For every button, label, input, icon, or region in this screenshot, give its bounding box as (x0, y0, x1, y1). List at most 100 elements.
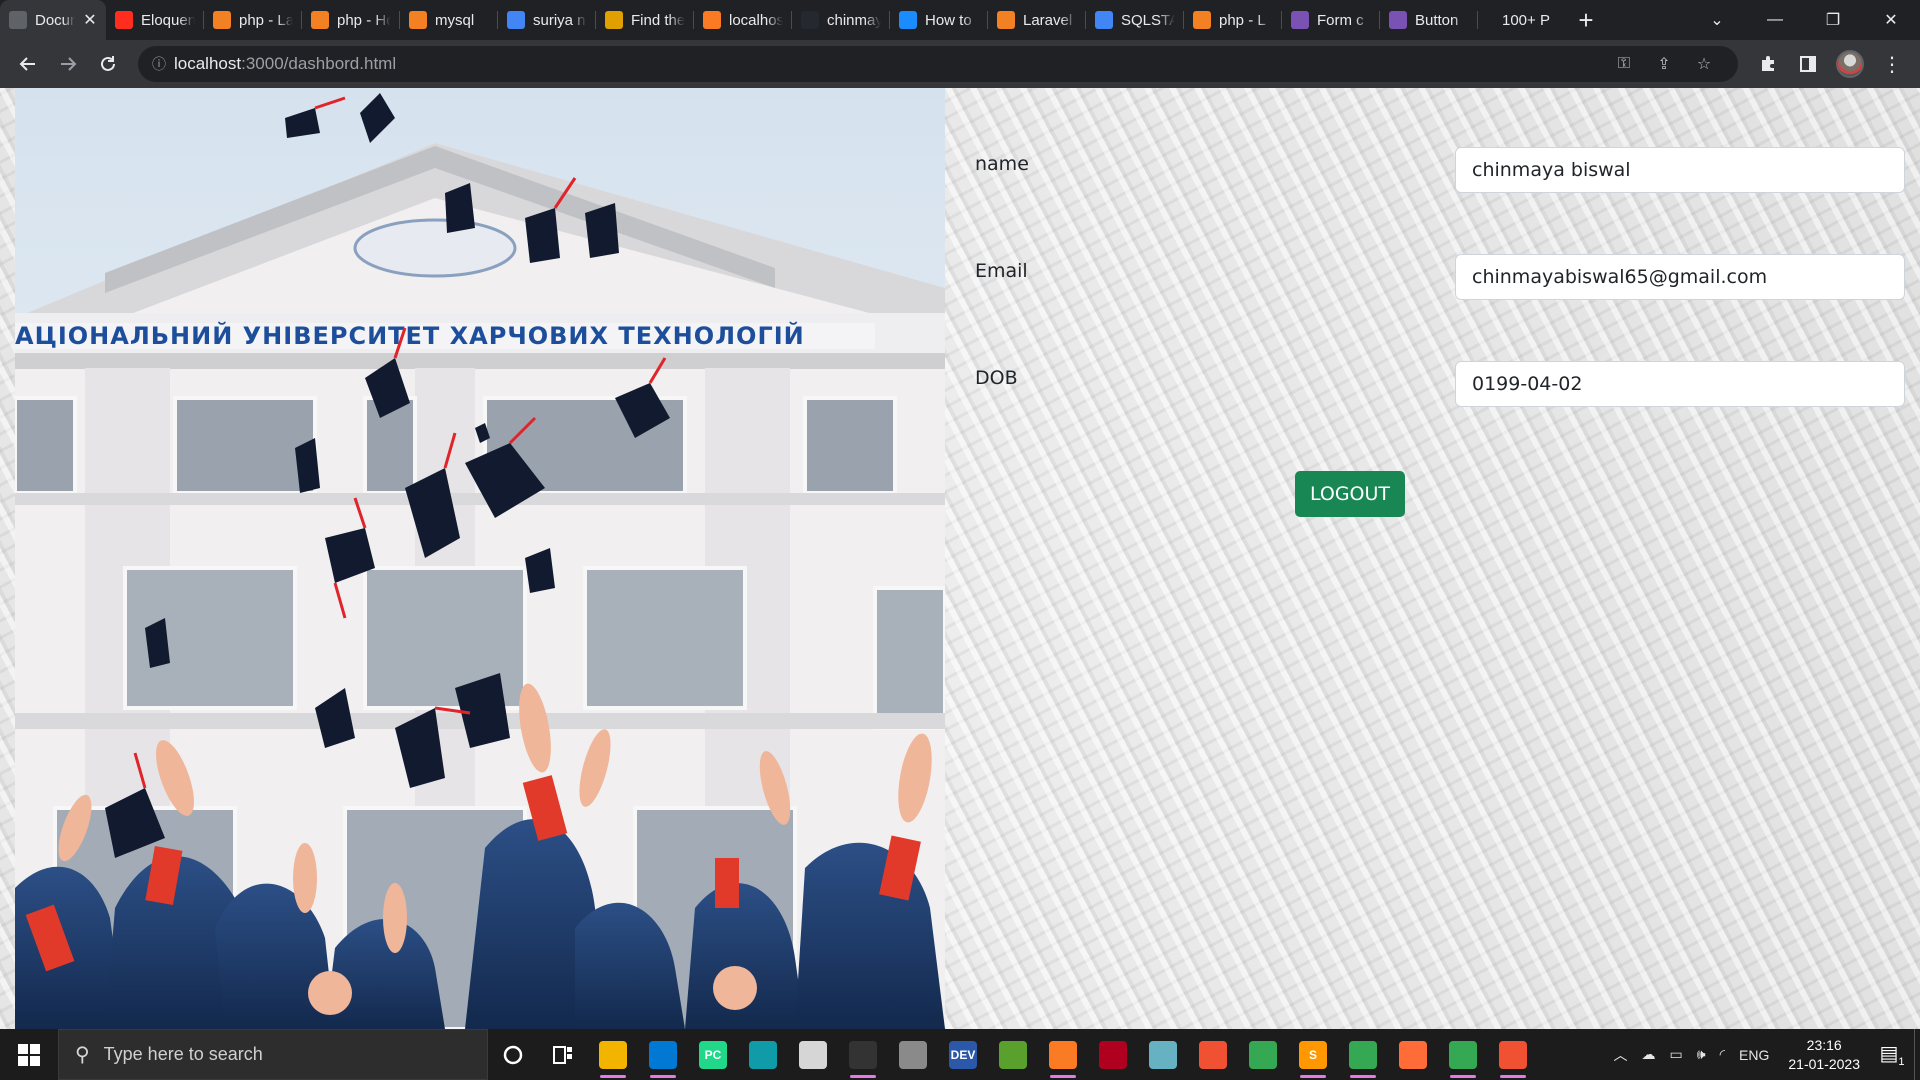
browser-tab[interactable]: Laravel (988, 0, 1086, 40)
taskbar-apps: PC DEV S (588, 1029, 1538, 1080)
logout-button[interactable]: LOGOUT (1295, 471, 1405, 517)
reload-icon (101, 56, 115, 71)
windows-logo-icon (18, 1043, 40, 1066)
show-desktop-button[interactable] (1914, 1029, 1920, 1080)
sketch-icon[interactable] (888, 1029, 938, 1080)
name-input[interactable] (1455, 147, 1905, 193)
tab-title: mysql (435, 11, 475, 29)
taskbar-app-glyph (1449, 1040, 1477, 1069)
back-arrow-icon (19, 57, 35, 71)
terminal-icon[interactable] (838, 1029, 888, 1080)
browser-tab[interactable]: SQLSTATE (1086, 0, 1184, 40)
postman-icon[interactable] (1388, 1029, 1438, 1080)
notification-count: 1 (1898, 1056, 1905, 1068)
browser-tab[interactable]: Find the (596, 0, 694, 40)
forward-button[interactable] (48, 44, 88, 84)
name-row: name (975, 147, 1905, 193)
browser-tab[interactable]: localhost (694, 0, 792, 40)
chrome-alt-icon[interactable] (1438, 1029, 1488, 1080)
devc-icon[interactable]: DEV (938, 1029, 988, 1080)
git-icon[interactable] (1188, 1029, 1238, 1080)
pycharm-icon[interactable]: PC (688, 1029, 738, 1080)
chrome-profile-icon[interactable] (1338, 1029, 1388, 1080)
file-explorer-icon[interactable] (588, 1029, 638, 1080)
clock-time: 23:16 (1806, 1036, 1842, 1053)
git-alt-icon[interactable] (1488, 1029, 1538, 1080)
xampp-icon[interactable] (1038, 1029, 1088, 1080)
task-view-icon[interactable] (538, 1029, 588, 1080)
browser-tab[interactable]: Form c (1282, 0, 1380, 40)
site-info-icon[interactable]: ⓘ (152, 54, 174, 74)
dob-input[interactable] (1455, 361, 1905, 407)
tab-search-icon[interactable]: ⌄ (1688, 0, 1746, 40)
stackoverflow-icon (311, 11, 329, 29)
new-tab-button[interactable]: + (1568, 0, 1604, 40)
taskbar-app-glyph (649, 1040, 677, 1069)
bootstrap-icon (1389, 11, 1407, 29)
reload-button[interactable] (88, 44, 128, 84)
laravel-icon (115, 11, 133, 29)
page-content: АЦІОНАЛЬНИЙ УНІВЕРСИТЕТ ХАРЧОВИХ ТЕХНОЛО… (0, 88, 1920, 1029)
close-tab-icon[interactable]: ✕ (83, 10, 97, 30)
browser-tab[interactable]: How to (890, 0, 988, 40)
chrome-icon[interactable] (1238, 1029, 1288, 1080)
browser-tab[interactable]: php - How (302, 0, 400, 40)
profile-avatar[interactable] (1836, 50, 1864, 78)
network-drive-icon[interactable]: ☁ (1637, 1046, 1661, 1063)
back-button[interactable] (8, 44, 48, 84)
vscode-icon[interactable] (638, 1029, 688, 1080)
chevron-up-icon[interactable]: ︿ (1609, 1045, 1633, 1065)
stackoverflow-icon (409, 11, 427, 29)
battery-icon[interactable]: ▭ (1665, 1046, 1688, 1063)
browser-tab[interactable]: php - Laravel (204, 0, 302, 40)
address-bar[interactable]: ⓘ localhost:3000/dashbord.html ⚿ ⇪ ☆ (138, 46, 1738, 82)
tab-title: Laravel (1023, 11, 1073, 29)
browser-menu-icon[interactable]: ⋮ (1872, 44, 1912, 84)
system-tray: ︿ ☁ ▭ 🕪 ◜ ENG (1609, 1045, 1779, 1065)
browser-tab[interactable]: Document ✕ (0, 0, 106, 40)
extensions-puzzle-icon[interactable] (1748, 44, 1788, 84)
cortana-icon[interactable] (488, 1029, 538, 1080)
clock[interactable]: 23:16 21-01-2023 (1778, 1036, 1870, 1074)
side-panel-icon[interactable] (1788, 44, 1828, 84)
sublime-icon[interactable]: S (1288, 1029, 1338, 1080)
clock-date: 21-01-2023 (1788, 1055, 1860, 1072)
taskbar-app-glyph (1249, 1040, 1277, 1069)
notification-center-icon[interactable]: ▤1 (1870, 1041, 1914, 1068)
share-icon[interactable]: ⇪ (1644, 54, 1684, 74)
browser-tab[interactable]: Button (1380, 0, 1478, 40)
tab-title: SQLSTATE (1121, 11, 1175, 29)
tabs-container: Document ✕ Eloquent php - Laravel php - How m… (0, 0, 1478, 40)
taskbar-search-box[interactable]: ⚲ Type here to search (58, 1029, 488, 1080)
cortana-circle-glyph (503, 1045, 523, 1064)
browser-tab[interactable]: Eloquent (106, 0, 204, 40)
windows-taskbar: ⚲ Type here to search PC DEV S ︿ ☁ ▭ 🕪 ◜ E… (0, 1029, 1920, 1080)
key-icon[interactable]: ⚿ (1604, 55, 1644, 73)
email-input[interactable] (1455, 254, 1905, 300)
start-button[interactable] (0, 1029, 58, 1080)
notepad-icon[interactable] (988, 1029, 1038, 1080)
email-label: Email (975, 260, 1028, 282)
bookmark-star-icon[interactable]: ☆ (1684, 54, 1724, 74)
url-path: :3000/dashbord.html (241, 54, 397, 73)
browser-tab[interactable]: mysql (400, 0, 498, 40)
close-window-button[interactable]: ✕ (1862, 0, 1920, 40)
language-indicator[interactable]: ENG (1734, 1047, 1774, 1063)
volume-icon[interactable]: 🕪 (1692, 1046, 1711, 1063)
minimize-button[interactable]: — (1746, 0, 1804, 40)
tab-title: Button (1415, 11, 1459, 29)
edge-icon[interactable] (738, 1029, 788, 1080)
mail-icon[interactable] (788, 1029, 838, 1080)
graduation-photo-illustration: АЦІОНАЛЬНИЙ УНІВЕРСИТЕТ ХАРЧОВИХ ТЕХНОЛО… (15, 88, 945, 1029)
google-icon (1095, 11, 1113, 29)
more-tabs-label[interactable]: 100+ P (1478, 12, 1568, 29)
browser-tab[interactable]: php - L (1184, 0, 1282, 40)
cleaner-icon[interactable] (1138, 1029, 1188, 1080)
app-red-icon[interactable] (1088, 1029, 1138, 1080)
restore-button[interactable]: ❐ (1804, 0, 1862, 40)
browser-tab-strip: Document ✕ Eloquent php - Laravel php - How m… (0, 0, 1920, 40)
tab-title: chinmaya (827, 11, 881, 29)
browser-tab[interactable]: suriya n (498, 0, 596, 40)
wifi-icon[interactable]: ◜ (1715, 1046, 1730, 1063)
browser-tab[interactable]: chinmaya (792, 0, 890, 40)
